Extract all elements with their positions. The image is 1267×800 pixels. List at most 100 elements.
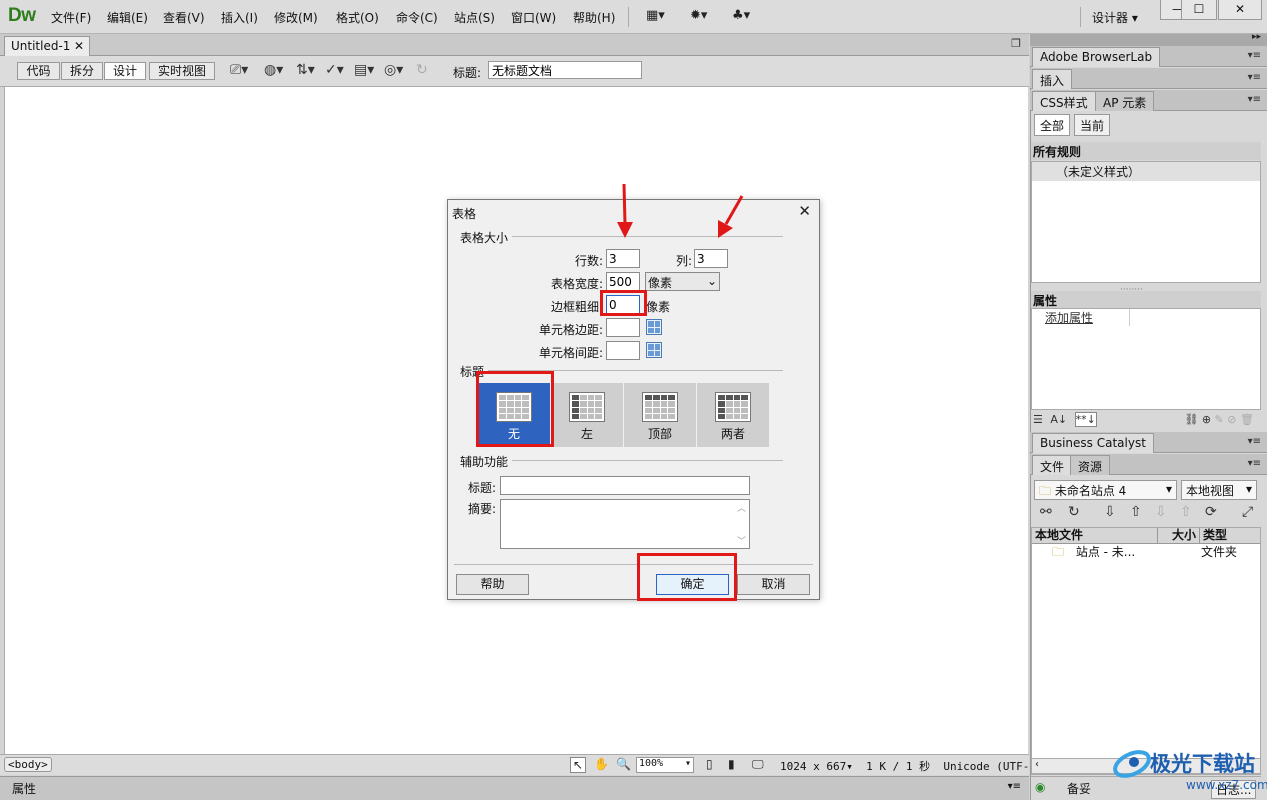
restore-icon[interactable]: ❐ xyxy=(1011,37,1021,50)
column-size[interactable]: 大小 xyxy=(1158,528,1200,543)
set-props-icon[interactable]: **↓ xyxy=(1074,412,1097,427)
close-icon[interactable]: ✕ xyxy=(798,202,811,220)
live-view-button[interactable]: 实时视图 xyxy=(149,62,215,80)
menu-site[interactable]: 站点(S) xyxy=(454,9,495,26)
header-option-top[interactable]: 顶部 xyxy=(624,383,696,447)
file-list[interactable]: 本地文件 大小 类型 🗀 站点 - 未... 文件夹 xyxy=(1031,527,1261,775)
close-button[interactable]: ✕ xyxy=(1218,0,1262,20)
layout-icon[interactable]: ▦▾ xyxy=(646,8,665,23)
rows-input[interactable] xyxy=(606,249,640,268)
file-row[interactable]: 🗀 站点 - 未... 文件夹 xyxy=(1032,544,1260,561)
browser-preview-icon[interactable]: ◍▾ xyxy=(264,62,283,78)
header-option-both[interactable]: 两者 xyxy=(697,383,769,447)
cancel-button[interactable]: 取消 xyxy=(737,574,810,595)
cell-padding-input[interactable] xyxy=(606,318,640,337)
design-view-button[interactable]: 设计 xyxy=(104,62,146,80)
zoom-tool-icon[interactable]: 🔍 xyxy=(616,757,631,771)
panel-menu-icon[interactable]: ▾≡ xyxy=(1248,458,1261,469)
scroll-up-icon[interactable]: ︿ xyxy=(737,501,746,514)
disable-icon[interactable]: ⊘ xyxy=(1227,413,1236,426)
multiscreen-icon[interactable]: ⎚▾ xyxy=(230,62,248,78)
caption-input[interactable] xyxy=(500,476,750,495)
site-icon[interactable]: ♣▾ xyxy=(732,8,750,23)
css-all-button[interactable]: 全部 xyxy=(1034,114,1071,136)
menu-insert[interactable]: 插入(I) xyxy=(221,9,258,26)
refresh-icon[interactable]: ↻ xyxy=(1068,504,1080,520)
site-select[interactable]: 🗀 未命名站点 4 ▾ xyxy=(1034,480,1177,500)
table-width-input[interactable] xyxy=(606,272,640,291)
checkout-icon[interactable]: ⇩ xyxy=(1155,504,1167,520)
properties-list[interactable]: 添加属性 xyxy=(1031,308,1261,410)
sync-icon[interactable]: ⟳ xyxy=(1205,504,1217,520)
document-tab-bar: Untitled-1 ✕ ❐ xyxy=(0,34,1029,56)
panel-menu-icon[interactable]: ▾≡ xyxy=(1008,781,1021,792)
put-files-icon[interactable]: ⇧ xyxy=(1130,504,1142,520)
menu-format[interactable]: 格式(O) xyxy=(336,9,379,26)
menu-edit[interactable]: 编辑(E) xyxy=(107,9,148,26)
expand-icon[interactable]: ⤢ xyxy=(1242,504,1253,520)
refresh-icon[interactable]: ↻ xyxy=(416,62,428,78)
tab-assets[interactable]: 资源 xyxy=(1070,455,1111,475)
connect-icon[interactable]: ⚯ xyxy=(1040,504,1052,520)
panel-menu-icon[interactable]: ▾≡ xyxy=(1248,72,1261,83)
tab-files[interactable]: 文件 xyxy=(1032,455,1073,475)
tab-css-styles[interactable]: CSS样式 xyxy=(1032,91,1096,111)
hand-tool-icon[interactable]: ✋ xyxy=(594,757,609,771)
edit-rule-icon[interactable]: ✎ xyxy=(1215,413,1224,426)
document-tab[interactable]: Untitled-1 ✕ xyxy=(4,36,90,56)
split-view-button[interactable]: 拆分 xyxy=(61,62,103,80)
tab-browserlab[interactable]: Adobe BrowserLab xyxy=(1032,47,1161,67)
summary-textarea[interactable]: ︿ ﹀ xyxy=(500,499,750,549)
code-view-button[interactable]: 代码 xyxy=(17,62,60,80)
collapse-icon[interactable]: ▸▸ xyxy=(1252,32,1261,42)
validate-icon[interactable]: ✓▾ xyxy=(325,62,344,78)
gear-icon[interactable]: ✹▾ xyxy=(690,8,707,23)
tab-business-catalyst[interactable]: Business Catalyst xyxy=(1032,433,1154,453)
new-rule-icon[interactable]: ⊕ xyxy=(1202,413,1211,426)
properties-label[interactable]: 属性 xyxy=(12,780,36,797)
maximize-button[interactable]: ☐ xyxy=(1181,0,1217,20)
menu-help[interactable]: 帮助(H) xyxy=(573,9,615,26)
alpha-view-icon[interactable]: A↓ xyxy=(1050,413,1067,426)
workspace-switcher[interactable]: 设计器 ▾ xyxy=(1092,9,1138,26)
menu-file[interactable]: 文件(F) xyxy=(51,9,91,26)
view-select[interactable]: 本地视图 ▾ xyxy=(1181,480,1257,500)
close-icon[interactable]: ✕ xyxy=(74,39,84,53)
category-view-icon[interactable]: ☰ xyxy=(1033,413,1043,426)
width-unit-select[interactable]: 像素 ⌄ xyxy=(645,272,720,291)
tab-insert[interactable]: 插入 xyxy=(1032,69,1073,89)
cell-spacing-input[interactable] xyxy=(606,341,640,360)
panel-menu-icon[interactable]: ▾≡ xyxy=(1248,436,1261,447)
menu-modify[interactable]: 修改(M) xyxy=(274,9,318,26)
document-title-input[interactable] xyxy=(488,61,642,79)
columns-input[interactable] xyxy=(694,249,728,268)
help-button[interactable]: 帮助 xyxy=(456,574,529,595)
column-local-files[interactable]: 本地文件 xyxy=(1032,528,1158,543)
zoom-select[interactable]: 100% ▾ xyxy=(636,757,694,773)
menu-commands[interactable]: 命令(C) xyxy=(396,9,438,26)
get-files-icon[interactable]: ⇩ xyxy=(1104,504,1116,520)
file-manage-icon[interactable]: ⇅▾ xyxy=(296,62,315,78)
checkin-icon[interactable]: ⇧ xyxy=(1180,504,1192,520)
panel-menu-icon[interactable]: ▾≡ xyxy=(1248,94,1261,105)
rules-list[interactable]: （未定义样式） xyxy=(1031,161,1261,283)
column-type[interactable]: 类型 xyxy=(1200,528,1258,543)
menu-view[interactable]: 查看(V) xyxy=(163,9,205,26)
tab-ap-elements[interactable]: AP 元素 xyxy=(1095,91,1155,111)
scroll-down-icon[interactable]: ﹀ xyxy=(737,534,746,547)
tag-selector[interactable]: <body> xyxy=(4,757,52,772)
header-option-left[interactable]: 左 xyxy=(551,383,623,447)
select-tool-icon[interactable]: ↖ xyxy=(570,757,587,773)
mobile-size-icon[interactable]: ▯ xyxy=(706,757,713,771)
menu-window[interactable]: 窗口(W) xyxy=(511,9,556,26)
visual-aids-icon[interactable]: ▤▾ xyxy=(354,62,374,78)
check-browser-icon[interactable]: ◎▾ xyxy=(384,62,403,78)
add-property-link[interactable]: 添加属性 xyxy=(1032,309,1130,326)
css-current-button[interactable]: 当前 xyxy=(1074,114,1111,136)
trash-icon[interactable]: 🗑 xyxy=(1240,413,1254,426)
attach-style-icon[interactable]: ⛓ xyxy=(1184,413,1198,426)
rule-item[interactable]: （未定义样式） xyxy=(1032,162,1260,181)
tablet-size-icon[interactable]: ▮ xyxy=(728,757,735,771)
panel-menu-icon[interactable]: ▾≡ xyxy=(1248,50,1261,61)
desktop-size-icon[interactable]: 🖵 xyxy=(752,757,764,772)
